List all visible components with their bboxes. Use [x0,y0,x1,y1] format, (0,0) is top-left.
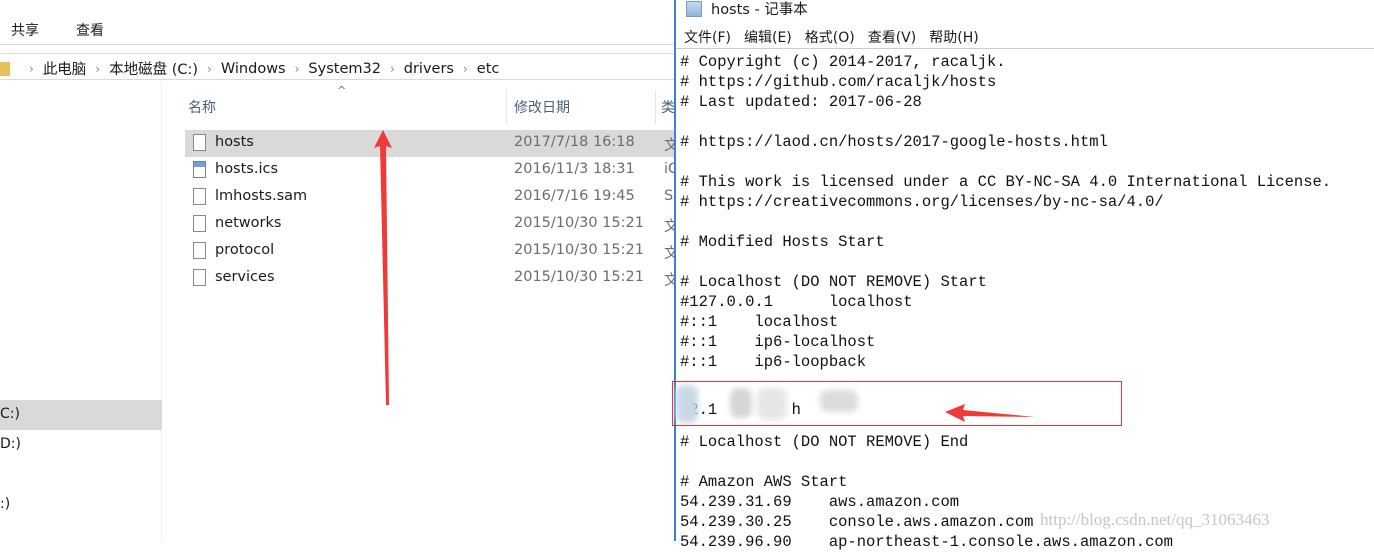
breadcrumb-system32[interactable]: System32 [308,61,381,77]
ribbon: 共享 查看 [0,0,676,45]
column-header-type[interactable]: 类 [661,97,675,117]
breadcrumb-drivers[interactable]: drivers [404,61,454,77]
notepad-icon [686,0,702,17]
file-row[interactable]: hosts.ics 2016/11/3 18:31 iC [185,157,676,184]
menu-help[interactable]: 帮助(H) [929,27,978,47]
text-line [680,252,1374,272]
file-modified-date: 2016/7/16 19:45 [514,188,635,204]
ribbon-tab-view[interactable]: 查看 [76,20,104,40]
file-name: protocol [215,242,275,258]
file-name: lmhosts.sam [215,188,308,204]
text-line: 54.239.96.90 ap-northeast-1.console.aws.… [680,533,1173,551]
ribbon-tab-share[interactable]: 共享 [11,20,39,40]
file-name: hosts.ics [215,161,279,177]
nav-item-drive-d[interactable]: D:) [0,430,162,460]
file-explorer-window: 共享 查看 › 此电脑 › 本地磁盘 (C:) › Windows › Syst… [0,0,676,541]
file-icon [193,134,206,151]
file-row[interactable]: services 2015/10/30 15:21 文 [185,265,676,292]
file-row[interactable]: hosts 2017/7/18 16:18 文 [185,130,676,157]
chevron-right-icon: › [29,61,34,76]
text-line: #::1 localhost [680,313,839,331]
window-title: hosts - 记事本 [711,2,808,18]
menu-view[interactable]: 查看(V) [868,27,917,47]
text-line: # Copyright (c) 2014-2017, racaljk. [680,53,1006,71]
file-icon [193,188,206,205]
text-line: # Localhost (DO NOT REMOVE) Start [680,273,987,291]
text-line: # Last updated: 2017-06-28 [680,93,922,111]
file-modified-date: 2017/7/18 16:18 [514,134,635,150]
text-line: # Modified Hosts Start [680,233,885,251]
file-row[interactable]: lmhosts.sam 2016/7/16 19:45 SA [185,184,676,211]
chevron-right-icon: › [95,61,101,76]
notepad-window: hosts - 记事本 文件(F) 编辑(E) 格式(O) 查看(V) 帮助(H… [674,0,1374,551]
file-modified-date: 2015/10/30 15:21 [514,269,644,285]
text-line: # This work is licensed under a CC BY-NC… [680,173,1332,191]
menu-file[interactable]: 文件(F) [684,27,731,47]
menu-edit[interactable]: 编辑(E) [744,27,792,47]
file-modified-date: 2015/10/30 15:21 [514,242,644,258]
text-line: #::1 ip6-localhost [680,333,876,351]
breadcrumb-etc[interactable]: etc [477,61,500,77]
breadcrumb-this-pc[interactable]: 此电脑 [43,58,87,79]
text-line: #127.0.0.1 localhost [680,293,913,311]
navigation-pane: C:) D:) :) [0,81,162,541]
file-row[interactable]: networks 2015/10/30 15:21 文 [185,211,676,238]
text-line: #::1 ip6-loopback [680,353,867,371]
nav-item-drive[interactable]: :) [0,490,162,520]
text-line [680,112,1374,132]
text-line: # Localhost (DO NOT REMOVE) End [680,433,969,451]
column-header-modified[interactable]: 修改日期 [514,97,570,117]
file-name: hosts [215,134,254,150]
file-icon [193,215,206,232]
file-icon [193,242,206,259]
nav-item-drive-c[interactable]: C:) [0,400,162,430]
text-line: # Amazon AWS Start [680,473,848,491]
column-header-name[interactable]: 名称 [188,97,216,117]
text-line [680,212,1374,232]
file-name: networks [215,215,282,231]
text-line: 54.239.30.25 console.aws.amazon.com [680,513,1034,531]
text-line: 54.239.31.69 aws.amazon.com [680,493,960,511]
breadcrumb: › 此电脑 › 本地磁盘 (C:) › Windows › System32 ›… [0,58,499,79]
text-line: # https://github.com/racaljk/hosts [680,73,997,91]
file-modified-date: 2016/11/3 18:31 [514,161,635,177]
text-line: # https://creativecommons.org/licenses/b… [680,193,1164,211]
breadcrumb-windows[interactable]: Windows [221,61,286,77]
chevron-right-icon: › [389,61,395,76]
column-headers: 名称 修改日期 类 [164,90,676,124]
file-name: services [215,269,275,285]
chevron-right-icon: › [207,61,212,76]
menu-format[interactable]: 格式(O) [805,27,855,47]
watermark: http://blog.csdn.net/qq_31063463 [1040,510,1270,529]
chevron-right-icon: › [462,61,468,76]
file-row[interactable]: protocol 2015/10/30 15:21 文 [185,238,676,265]
breadcrumb-local-disk[interactable]: 本地磁盘 (C:) [109,58,198,79]
text-line [680,452,1374,472]
text-line [680,152,1374,172]
highlight-box [672,381,1122,426]
title-bar: hosts - 记事本 [686,0,808,19]
menu-bar: 文件(F) 编辑(E) 格式(O) 查看(V) 帮助(H) [684,27,979,47]
address-bar[interactable]: › 此电脑 › 本地磁盘 (C:) › Windows › System32 ›… [0,53,676,80]
file-modified-date: 2015/10/30 15:21 [514,215,644,231]
text-editor[interactable]: # Copyright (c) 2014-2017, racaljk. # htt… [676,48,1374,551]
calendar-file-icon [193,161,206,178]
file-icon [193,269,206,286]
folder-icon [0,61,10,76]
chevron-right-icon: › [294,61,300,76]
text-line: # https://laod.cn/hosts/2017-google-host… [680,133,1108,151]
